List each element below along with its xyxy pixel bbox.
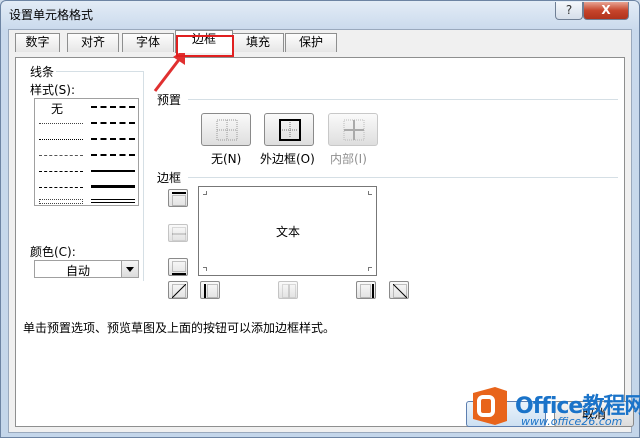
border-group-label: 边框 bbox=[157, 171, 182, 185]
border-diagonal-up-button[interactable] bbox=[168, 281, 188, 299]
border-inside-horizontal-icon bbox=[172, 227, 186, 241]
border-inside-horizontal-button[interactable] bbox=[168, 224, 188, 242]
style-label: 样式(S): bbox=[30, 83, 76, 97]
preset-inside-button[interactable] bbox=[328, 113, 378, 146]
help-button[interactable]: ? bbox=[555, 2, 583, 20]
tab-number[interactable]: 数字 bbox=[15, 33, 60, 52]
dialog-body: 数字 对齐 字体 边框 填充 保护 线条 样式(S): 无 颜色(C): 自动 … bbox=[8, 29, 632, 433]
format-cells-dialog: 设置单元格格式 ? X 数字 对齐 字体 边框 填充 保护 线条 样式(S): … bbox=[0, 0, 640, 438]
style-none-label: 无 bbox=[51, 102, 64, 116]
line-color-value: 自动 bbox=[65, 264, 90, 278]
arrow-annotation bbox=[153, 49, 185, 92]
style-hair[interactable] bbox=[39, 123, 83, 124]
preview-corner-br bbox=[368, 267, 372, 271]
tab-alignment[interactable]: 对齐 bbox=[67, 33, 119, 52]
border-tab-panel: 线条 样式(S): 无 颜色(C): 自动 预置 无(N) 外边框(O) 内部(… bbox=[15, 57, 625, 427]
style-double[interactable] bbox=[91, 199, 135, 203]
line-group-label: 线条 bbox=[30, 65, 55, 79]
style-thin-selected[interactable] bbox=[39, 199, 83, 204]
watermark-url: www.office26.com bbox=[521, 415, 623, 428]
style-thick[interactable] bbox=[91, 185, 135, 188]
preset-inside-icon bbox=[343, 119, 365, 141]
style-medium-dash-dot-dot[interactable] bbox=[91, 106, 135, 108]
preview-corner-bl bbox=[203, 267, 207, 271]
tab-protection[interactable]: 保护 bbox=[285, 33, 337, 52]
tab-fill[interactable]: 填充 bbox=[232, 33, 284, 52]
preset-outline-label: 外边框(O) bbox=[260, 152, 315, 166]
border-preview[interactable]: 文本 bbox=[198, 186, 377, 276]
color-label: 颜色(C): bbox=[30, 245, 76, 259]
line-color-select[interactable]: 自动 bbox=[34, 260, 139, 278]
dialog-title: 设置单元格格式 bbox=[9, 8, 94, 22]
border-right-button[interactable] bbox=[356, 281, 376, 299]
border-top-icon bbox=[172, 192, 186, 206]
border-right-icon bbox=[360, 284, 374, 298]
tab-border[interactable]: 边框 bbox=[175, 30, 233, 53]
border-bottom-button[interactable] bbox=[168, 258, 188, 276]
style-dash-dot-dot[interactable] bbox=[39, 155, 83, 156]
hint-text: 单击预置选项、预览草图及上面的按钮可以添加边框样式。 bbox=[23, 321, 336, 335]
border-top-button[interactable] bbox=[168, 189, 188, 207]
preview-text: 文本 bbox=[276, 225, 301, 239]
border-diagonal-up-icon bbox=[172, 284, 186, 298]
line-group-border bbox=[143, 71, 144, 281]
border-inside-vertical-icon bbox=[282, 284, 296, 298]
chevron-down-icon[interactable] bbox=[121, 261, 138, 277]
preset-outline-button[interactable] bbox=[264, 113, 314, 146]
border-diagonal-down-icon bbox=[393, 284, 407, 298]
border-diagonal-down-button[interactable] bbox=[389, 281, 409, 299]
preview-corner-tr bbox=[368, 191, 372, 195]
preset-none-icon bbox=[216, 119, 238, 141]
title-bar[interactable]: 设置单元格格式 ? X bbox=[1, 1, 639, 27]
preset-inside-label: 内部(I) bbox=[330, 152, 367, 166]
style-medium-dash-dot[interactable] bbox=[91, 138, 135, 140]
preset-none-label: 无(N) bbox=[211, 152, 242, 166]
style-slant-dash-dot[interactable] bbox=[91, 122, 135, 124]
style-dotted[interactable] bbox=[39, 139, 83, 140]
style-dashed[interactable] bbox=[39, 187, 83, 188]
border-inside-vertical-button[interactable] bbox=[278, 281, 298, 299]
office-logo-icon bbox=[473, 387, 507, 425]
style-dash-dot[interactable] bbox=[39, 171, 83, 172]
preset-outline-icon bbox=[279, 119, 301, 141]
border-left-button[interactable] bbox=[200, 281, 220, 299]
border-bottom-icon bbox=[172, 261, 186, 275]
border-left-icon bbox=[204, 284, 218, 298]
preview-corner-tl bbox=[203, 191, 207, 195]
line-style-list[interactable]: 无 bbox=[34, 98, 139, 206]
presets-divider bbox=[188, 99, 618, 100]
close-button[interactable]: X bbox=[583, 2, 629, 20]
preset-none-button[interactable] bbox=[201, 113, 251, 146]
style-medium[interactable] bbox=[91, 170, 135, 172]
border-divider bbox=[188, 177, 618, 178]
style-medium-dashed[interactable] bbox=[91, 154, 135, 156]
line-group-divider bbox=[56, 71, 144, 72]
